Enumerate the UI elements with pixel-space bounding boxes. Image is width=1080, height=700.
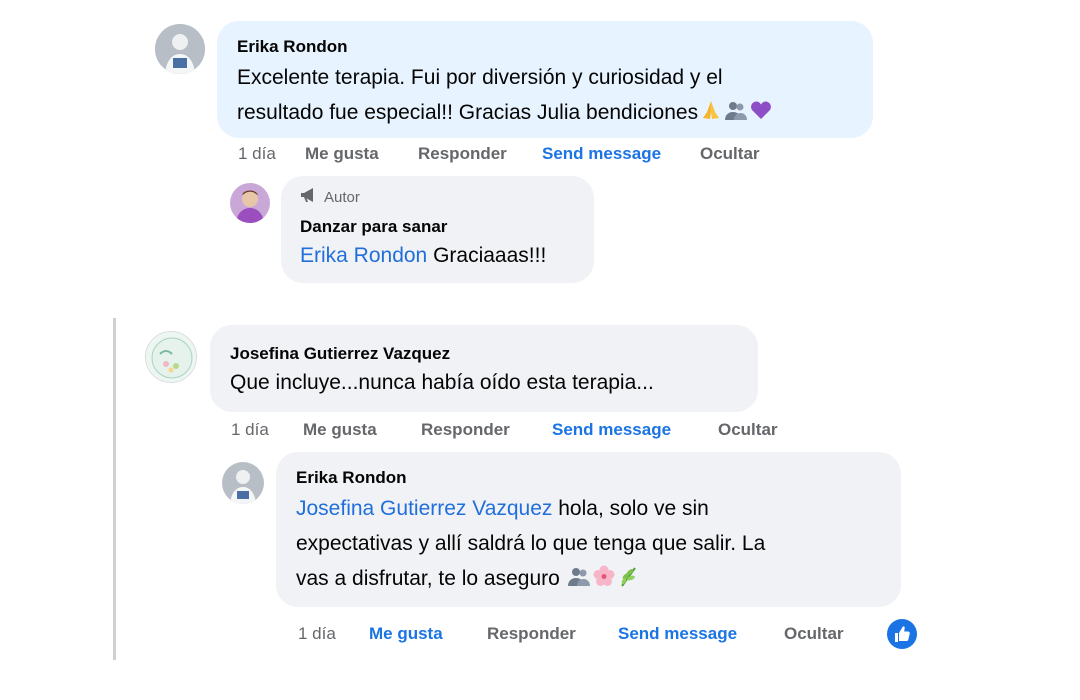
like-button[interactable]: Me gusta	[303, 419, 377, 441]
comment-author[interactable]: Erika Rondon	[237, 36, 853, 58]
send-message-button[interactable]: Send message	[552, 419, 671, 441]
herb-icon	[617, 564, 641, 599]
cherry-blossom-icon	[592, 564, 616, 599]
busts-icon	[724, 98, 748, 133]
hide-button[interactable]: Ocultar	[700, 143, 760, 165]
megaphone-icon	[300, 187, 318, 209]
timestamp[interactable]: 1 día	[238, 143, 276, 165]
reply-author[interactable]: Danzar para sanar	[300, 216, 575, 238]
mention-link[interactable]: Josefina Gutierrez Vazquez	[296, 497, 552, 520]
like-button[interactable]: Me gusta	[305, 143, 379, 165]
comment-actions: 1 día Me gusta Responder Send message Oc…	[231, 419, 811, 441]
send-message-button[interactable]: Send message	[542, 143, 661, 165]
timestamp[interactable]: 1 día	[231, 419, 269, 441]
purple-heart-icon	[749, 98, 773, 133]
reply-button[interactable]: Responder	[487, 623, 576, 645]
author-badge-label: Autor	[324, 189, 360, 206]
avatar[interactable]	[222, 462, 264, 504]
folded-hands-icon	[699, 98, 723, 133]
like-button[interactable]: Me gusta	[369, 623, 443, 645]
reply-author[interactable]: Erika Rondon	[296, 467, 881, 489]
comment-actions: 1 día Me gusta Responder Send message Oc…	[238, 143, 798, 165]
reply-bubble: Autor Danzar para sanar Erika Rondon Gra…	[281, 176, 594, 283]
comment-text-line1: Excelente terapia. Fui por diversión y c…	[237, 66, 723, 89]
comment-bubble: Erika Rondon Excelente terapia. Fui por …	[217, 21, 873, 138]
send-message-button[interactable]: Send message	[618, 623, 737, 645]
reply-button[interactable]: Responder	[418, 143, 507, 165]
like-reaction-icon[interactable]	[886, 618, 918, 656]
reply-text-line2: expectativas y allí saldrá lo que tenga …	[296, 532, 766, 555]
thread-line	[113, 318, 116, 660]
comment-author[interactable]: Josefina Gutierrez Vazquez	[230, 343, 738, 365]
author-badge: Autor	[300, 187, 575, 209]
comment-text: Que incluye...nunca había oído esta tera…	[230, 371, 654, 394]
busts-icon	[567, 564, 591, 599]
avatar[interactable]	[145, 331, 197, 383]
hide-button[interactable]: Ocultar	[718, 419, 778, 441]
avatar[interactable]	[155, 24, 205, 74]
reply-text-line1: hola, solo ve sin	[552, 497, 709, 520]
timestamp[interactable]: 1 día	[298, 623, 336, 645]
reply-text-line3: vas a disfrutar, te lo aseguro	[296, 567, 560, 590]
hide-button[interactable]: Ocultar	[784, 623, 844, 645]
reply-text: Graciaaas!!!	[427, 244, 547, 267]
mention-link[interactable]: Erika Rondon	[300, 244, 427, 267]
reply-actions: 1 día Me gusta Responder Send message Oc…	[298, 619, 918, 651]
comment-text-line2: resultado fue especial!! Gracias Julia b…	[237, 101, 699, 124]
reply-bubble: Erika Rondon Josefina Gutierrez Vazquez …	[276, 452, 901, 607]
avatar[interactable]	[230, 183, 270, 223]
reply-button[interactable]: Responder	[421, 419, 510, 441]
comment-bubble: Josefina Gutierrez Vazquez Que incluye..…	[210, 325, 758, 412]
